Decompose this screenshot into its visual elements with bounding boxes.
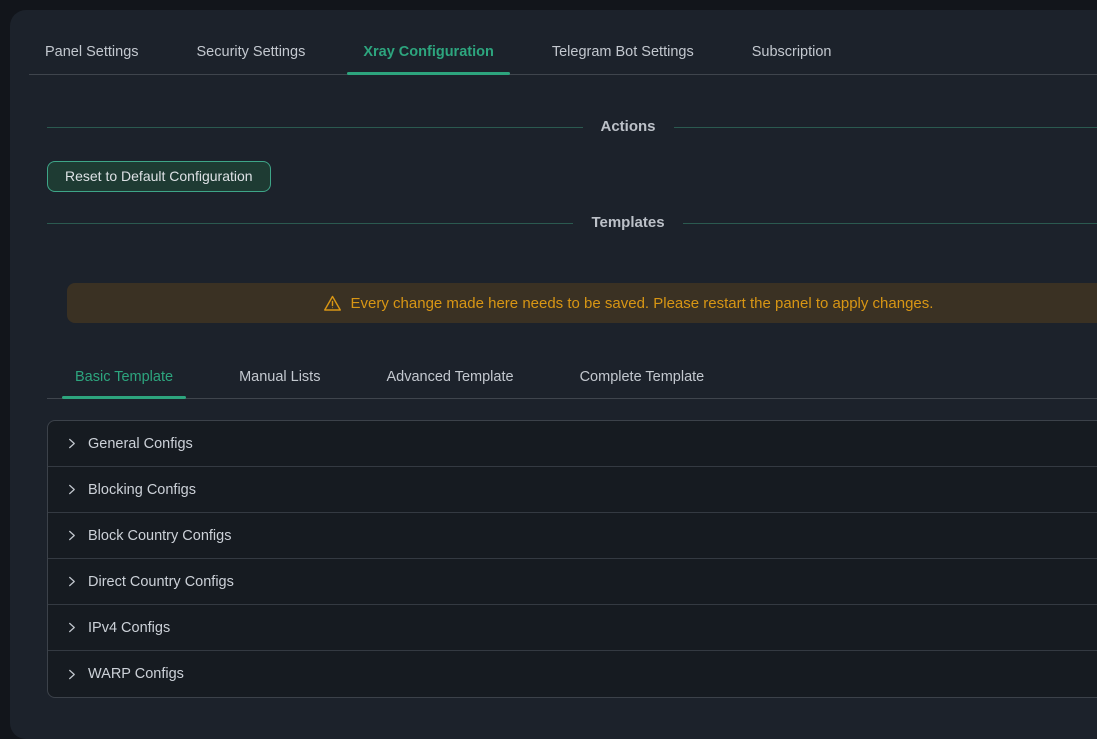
config-collapse-list: General Configs Blocking Configs Block C… xyxy=(47,420,1097,698)
tab-complete-template[interactable]: Complete Template xyxy=(567,366,718,398)
actions-divider-label: Actions xyxy=(583,116,674,138)
tab-manual-lists[interactable]: Manual Lists xyxy=(226,366,333,398)
collapse-header-label: WARP Configs xyxy=(88,666,184,682)
collapse-header-label: IPv4 Configs xyxy=(88,620,170,636)
restart-warning-alert: Every change made here needs to be saved… xyxy=(67,283,1097,323)
chevron-right-icon xyxy=(66,530,77,541)
tab-advanced-template[interactable]: Advanced Template xyxy=(373,366,526,398)
restart-warning-text: Every change made here needs to be saved… xyxy=(351,295,934,312)
chevron-right-icon xyxy=(66,622,77,633)
collapse-header-label: Block Country Configs xyxy=(88,528,231,544)
template-tab-bar: Basic Template Manual Lists Advanced Tem… xyxy=(47,360,1097,399)
tab-security-settings[interactable]: Security Settings xyxy=(181,42,322,74)
collapse-header-general-configs[interactable]: General Configs xyxy=(48,421,1097,467)
chevron-right-icon xyxy=(66,669,77,680)
collapse-header-ipv4-configs[interactable]: IPv4 Configs xyxy=(48,605,1097,651)
actions-divider: Actions xyxy=(47,116,1097,138)
tab-telegram-bot-settings[interactable]: Telegram Bot Settings xyxy=(536,42,710,74)
main-tab-bar: Panel Settings Security Settings Xray Co… xyxy=(29,10,1097,75)
collapse-header-block-country-configs[interactable]: Block Country Configs xyxy=(48,513,1097,559)
tab-subscription[interactable]: Subscription xyxy=(736,42,848,74)
templates-divider-label: Templates xyxy=(573,212,682,234)
templates-divider: Templates xyxy=(47,212,1097,234)
tab-panel-settings[interactable]: Panel Settings xyxy=(29,42,155,74)
collapse-header-blocking-configs[interactable]: Blocking Configs xyxy=(48,467,1097,513)
tab-basic-template[interactable]: Basic Template xyxy=(62,366,186,398)
chevron-right-icon xyxy=(66,438,77,449)
collapse-header-label: Direct Country Configs xyxy=(88,574,234,590)
collapse-header-label: General Configs xyxy=(88,436,193,452)
tab-xray-configuration[interactable]: Xray Configuration xyxy=(347,42,510,74)
reset-to-default-button[interactable]: Reset to Default Configuration xyxy=(47,161,271,192)
collapse-header-direct-country-configs[interactable]: Direct Country Configs xyxy=(48,559,1097,605)
collapse-header-label: Blocking Configs xyxy=(88,482,196,498)
warning-triangle-icon xyxy=(323,294,342,313)
collapse-header-warp-configs[interactable]: WARP Configs xyxy=(48,651,1097,697)
settings-card: Panel Settings Security Settings Xray Co… xyxy=(10,10,1097,739)
chevron-right-icon xyxy=(66,576,77,587)
chevron-right-icon xyxy=(66,484,77,495)
